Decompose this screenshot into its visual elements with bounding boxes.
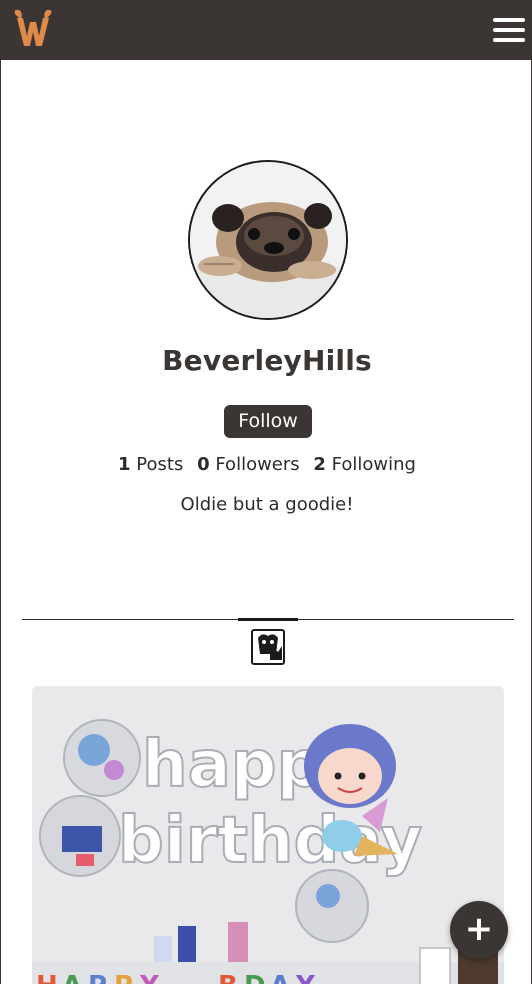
profile-username: BeverleyHills xyxy=(162,344,372,377)
birthday-balloons-photo-icon: happy birthday H A P P Y xyxy=(32,686,504,984)
svg-text:Y: Y xyxy=(295,971,316,984)
create-post-fab[interactable]: + xyxy=(450,901,508,959)
svg-text:A: A xyxy=(270,971,290,984)
followers-count: 0 xyxy=(197,454,210,475)
dog-photo-icon[interactable] xyxy=(246,624,290,668)
wag-logo-icon[interactable] xyxy=(11,8,55,50)
posts-label: Posts xyxy=(136,454,184,475)
svg-text:P: P xyxy=(114,971,133,984)
following-count: 2 xyxy=(313,454,326,475)
followers-stat[interactable]: 0 Followers xyxy=(197,454,305,475)
active-tab-indicator xyxy=(238,618,298,621)
posts-count: 1 xyxy=(118,454,131,475)
svg-text:P: P xyxy=(88,971,107,984)
top-navbar xyxy=(1,0,531,60)
follow-button[interactable]: Follow xyxy=(224,405,312,438)
svg-text:D: D xyxy=(244,971,266,984)
following-label: Following xyxy=(331,454,416,475)
profile-stats: 1 Posts 0 Followers 2 Following xyxy=(1,454,531,475)
followers-label: Followers xyxy=(215,454,300,475)
app-frame: BeverleyHills Follow 1 Posts 0 Followers… xyxy=(0,0,532,984)
svg-text:B: B xyxy=(218,971,238,984)
post-image-card[interactable]: happy birthday H A P P Y xyxy=(32,686,504,984)
pug-avatar-icon xyxy=(190,162,346,318)
profile-bio: Oldie but a goodie! xyxy=(180,494,354,515)
following-stat[interactable]: 2 Following xyxy=(313,454,416,475)
svg-text:Y: Y xyxy=(139,971,160,984)
svg-text:A: A xyxy=(62,971,82,984)
hamburger-menu-icon[interactable] xyxy=(493,14,525,46)
profile-avatar xyxy=(188,160,348,320)
svg-text:H: H xyxy=(36,971,58,984)
posts-stat[interactable]: 1 Posts xyxy=(118,454,189,475)
